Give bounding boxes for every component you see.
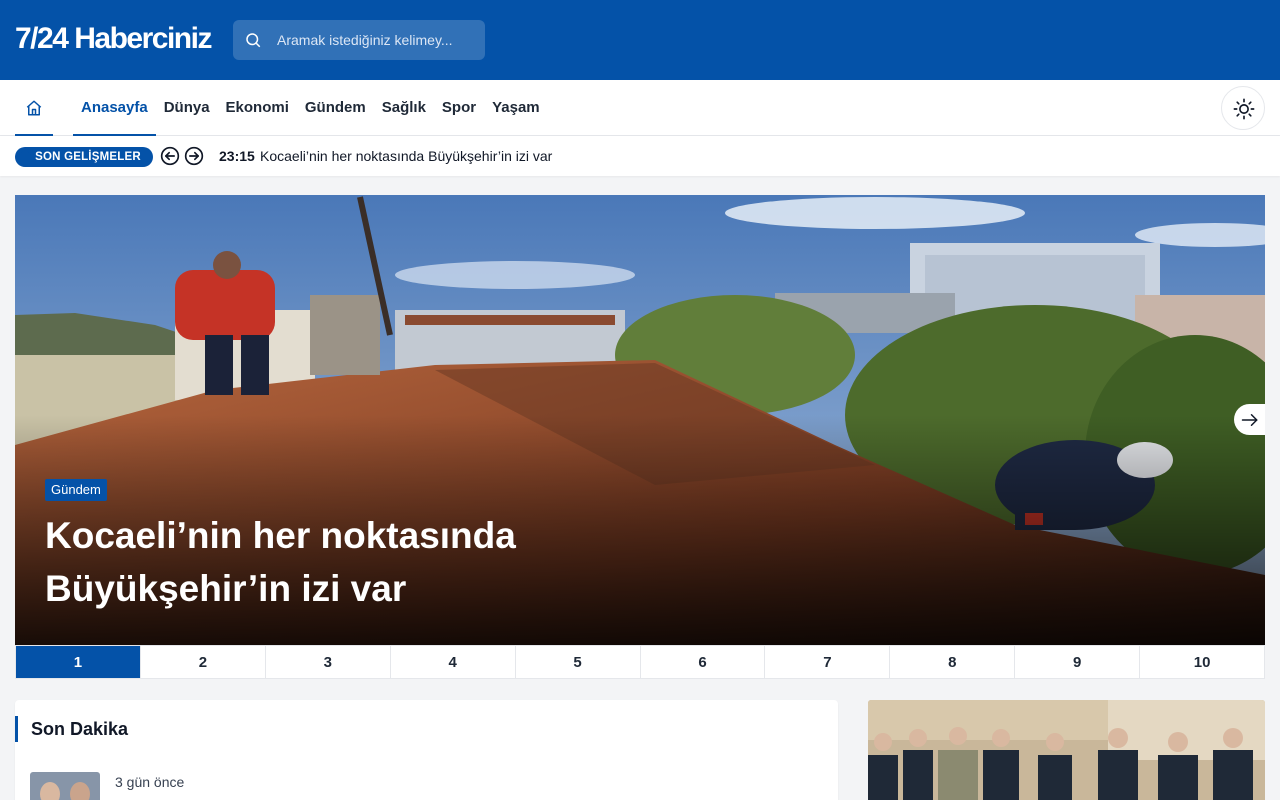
slide-page-4[interactable]: 4 — [391, 646, 516, 678]
slide-page-1[interactable]: 1 — [16, 646, 141, 678]
slider-pagination: 1 2 3 4 5 6 7 8 9 10 — [15, 645, 1265, 679]
side-news-photo — [868, 700, 1265, 800]
main-nav: Anasayfa Dünya Ekonomi Gündem Sağlık Spo… — [0, 80, 1280, 136]
ticker-headline[interactable]: Kocaeli’nin her noktasında Büyükşehir’in… — [260, 148, 552, 164]
arrow-left-circle-icon — [160, 146, 180, 166]
search-icon — [246, 33, 261, 48]
hero-category-badge[interactable]: Gündem — [45, 479, 107, 501]
search-input[interactable] — [277, 20, 477, 60]
theme-toggle-button[interactable] — [1221, 86, 1265, 130]
nav-item-saglik[interactable]: Sağlık — [374, 80, 434, 136]
slide-page-7[interactable]: 7 — [765, 646, 891, 678]
news-ticker: SON GELİŞMELER 23:15 Kocaeli’nin her nok… — [0, 136, 1280, 176]
hero-slide[interactable]: Gündem Kocaeli’nin her noktasında Büyükş… — [15, 195, 1265, 645]
arrow-right-circle-icon — [184, 146, 204, 166]
nav-items: Anasayfa Dünya Ekonomi Gündem Sağlık Spo… — [73, 80, 548, 136]
nav-item-gundem[interactable]: Gündem — [297, 80, 374, 136]
news-thumbnail[interactable] — [30, 772, 100, 800]
slide-page-10[interactable]: 10 — [1140, 646, 1264, 678]
slide-page-8[interactable]: 8 — [890, 646, 1016, 678]
ticker-prev-button[interactable] — [160, 146, 180, 166]
ticker-time: 23:15 — [219, 148, 255, 164]
nav-item-ekonomi[interactable]: Ekonomi — [218, 80, 297, 136]
slide-page-2[interactable]: 2 — [141, 646, 266, 678]
hero-next-button[interactable] — [1234, 404, 1265, 435]
thumbnail-image — [30, 772, 100, 800]
son-dakika-card: Son Dakika 3 gün önce — [15, 700, 838, 800]
ticker-next-button[interactable] — [184, 146, 204, 166]
arrow-right-icon — [1241, 414, 1258, 426]
slide-page-3[interactable]: 3 — [266, 646, 391, 678]
ticker-badge: SON GELİŞMELER — [15, 147, 153, 167]
nav-item-yasam[interactable]: Yaşam — [484, 80, 548, 136]
home-icon — [26, 100, 42, 116]
nav-item-dunya[interactable]: Dünya — [156, 80, 218, 136]
nav-home-button[interactable] — [15, 80, 53, 136]
news-time: 3 gün önce — [115, 774, 185, 790]
nav-item-anasayfa[interactable]: Anasayfa — [73, 80, 156, 136]
sun-icon — [1233, 98, 1255, 120]
top-header: 7/24 Haberciniz — [0, 0, 1280, 80]
hero-title[interactable]: Kocaeli’nin her noktasında Büyükşehir’in… — [45, 509, 605, 615]
slide-page-9[interactable]: 9 — [1015, 646, 1141, 678]
side-news-image[interactable] — [868, 700, 1265, 800]
slide-page-5[interactable]: 5 — [516, 646, 641, 678]
son-dakika-title: Son Dakika — [15, 716, 128, 742]
slide-page-6[interactable]: 6 — [641, 646, 766, 678]
site-logo[interactable]: 7/24 Haberciniz — [15, 22, 212, 56]
nav-item-spor[interactable]: Spor — [434, 80, 484, 136]
search-box[interactable] — [233, 20, 485, 60]
